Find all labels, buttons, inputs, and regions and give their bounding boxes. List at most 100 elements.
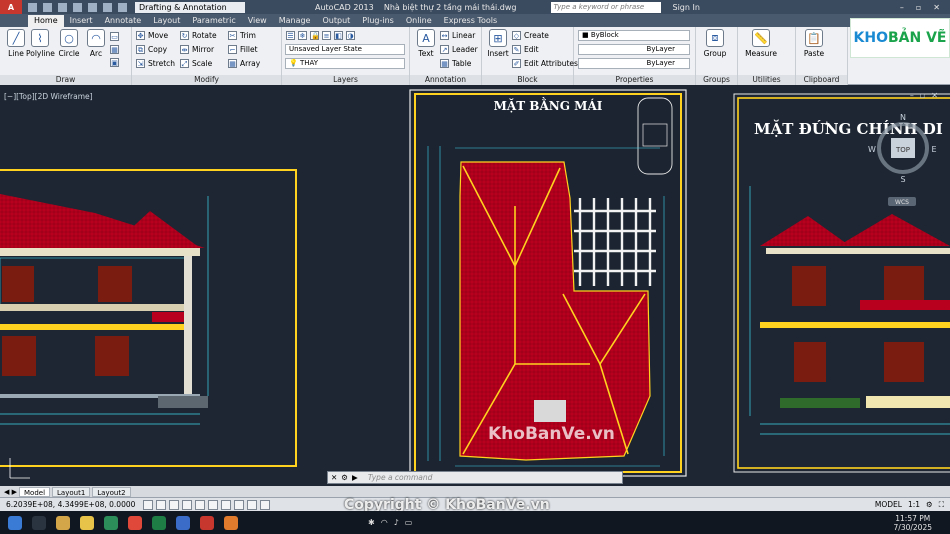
tab-layout[interactable]: Layout (147, 15, 186, 27)
mirror-button[interactable]: ⇹ Mirror (180, 44, 214, 55)
trim-button[interactable]: ✂ Trim (228, 30, 256, 41)
paste-button[interactable]: 📋 Paste (800, 29, 828, 58)
viewport-restore-icon[interactable]: ▫ (920, 91, 931, 100)
excel-icon[interactable] (152, 515, 166, 530)
measure-button[interactable]: 📏 Measure (744, 29, 778, 58)
word-icon[interactable] (176, 515, 190, 530)
polar-toggle-icon[interactable] (182, 499, 193, 510)
circle-button[interactable]: ○ Circle (55, 29, 83, 58)
create-block-button[interactable]: ◇ Create (512, 30, 549, 41)
save-as-icon[interactable] (73, 2, 82, 12)
grid-toggle-icon[interactable] (156, 499, 167, 510)
table-button[interactable]: ▦ Table (440, 58, 471, 69)
edit-block-button[interactable]: ✎ Edit (512, 44, 539, 55)
draw-panel-title[interactable]: Draw (0, 75, 131, 85)
hatch-button[interactable]: ▦ (110, 44, 119, 55)
open-file-icon[interactable] (43, 2, 52, 12)
leader-button[interactable]: ↗ Leader (440, 44, 478, 55)
taskbar-clock[interactable]: 11:57 PM 7/30/2025 (894, 514, 950, 532)
layer-properties-icon[interactable]: ☰ (286, 31, 295, 40)
transparency-toggle-icon[interactable] (260, 499, 271, 510)
rectangle-button[interactable]: ▭ (110, 31, 119, 42)
layer-lock-icon[interactable]: 🔒 (310, 31, 320, 40)
fullscreen-icon[interactable]: ⛶ (939, 500, 944, 510)
layer-state-dropdown[interactable]: Unsaved Layer State (285, 44, 405, 55)
move-button[interactable]: ✥ Move (136, 30, 168, 41)
new-file-icon[interactable] (28, 2, 37, 12)
wcs-menu[interactable]: WCS (895, 199, 909, 206)
tab-express-tools[interactable]: Express Tools (438, 15, 504, 27)
viewport-controls[interactable]: [−][Top][2D Wireframe] (4, 92, 93, 101)
insert-button[interactable]: ⊞ Insert (484, 29, 512, 58)
command-line[interactable]: ✕ ⚙ ▶ Type a command (327, 471, 623, 484)
ducs-toggle-icon[interactable] (221, 499, 232, 510)
otrack-toggle-icon[interactable] (208, 499, 219, 510)
viewcube-top[interactable]: TOP (895, 146, 910, 154)
ortho-toggle-icon[interactable] (169, 499, 180, 510)
tab-annotate[interactable]: Annotate (99, 15, 148, 27)
chrome-icon[interactable] (128, 515, 142, 530)
snap-toggle-icon[interactable] (143, 499, 154, 510)
properties-panel-title[interactable]: Properties (574, 75, 695, 85)
tab-layout1[interactable]: Layout1 (52, 486, 91, 497)
layer-dropdown[interactable]: 💡 THAY (285, 58, 405, 69)
color-dropdown[interactable]: ■ ByBlock (578, 30, 690, 41)
array-button[interactable]: ▦ Array (228, 58, 260, 69)
group-button[interactable]: ⧈ Group (701, 29, 729, 58)
close-icon[interactable]: ✕ (933, 3, 940, 12)
windows-start-icon[interactable] (8, 515, 22, 530)
copy-button[interactable]: ⧉ Copy (136, 44, 167, 55)
file-explorer-icon[interactable] (80, 515, 94, 530)
layers-panel-title[interactable]: Layers (282, 75, 409, 85)
utilities-panel-title[interactable]: Utilities (738, 75, 795, 85)
tab-online[interactable]: Online (400, 15, 438, 27)
workspace-switch-icon[interactable]: ⚙ (926, 500, 933, 509)
viewport-close-icon[interactable]: ✕ (931, 91, 944, 100)
tab-home[interactable]: Home (28, 15, 64, 27)
lineweight-dropdown[interactable]: ByLayer (578, 58, 690, 69)
tab-view[interactable]: View (242, 15, 273, 27)
widgets-icon[interactable] (56, 515, 70, 530)
model-space-button[interactable]: MODEL (875, 500, 902, 509)
tab-output[interactable]: Output (316, 15, 356, 27)
polyline-button[interactable]: ⌇ Polyline (26, 29, 55, 58)
osnap-toggle-icon[interactable] (195, 499, 206, 510)
annotation-scale[interactable]: 1:1 (908, 500, 920, 509)
viewcube-w[interactable]: W (868, 145, 876, 154)
lineweight-toggle-icon[interactable] (247, 499, 258, 510)
command-close-icon[interactable]: ✕ (331, 473, 337, 482)
battery-icon[interactable]: ▭ (405, 518, 413, 527)
workspace-dropdown[interactable]: Drafting & Annotation (135, 1, 245, 13)
tab-parametric[interactable]: Parametric (186, 15, 241, 27)
tab-plug-ins[interactable]: Plug-ins (356, 15, 400, 27)
maximize-icon[interactable]: ▫ (916, 3, 921, 12)
redo-icon[interactable] (118, 2, 127, 12)
viewport-minimize-icon[interactable]: – (910, 91, 920, 100)
tab-layout2[interactable]: Layout2 (92, 486, 131, 497)
command-wrench-icon[interactable]: ⚙ (341, 473, 348, 482)
wifi-icon[interactable]: ◠ (381, 518, 388, 527)
search-icon[interactable] (32, 515, 46, 530)
drawing-canvas[interactable]: MẶT BẰNG MÁI MẶT ĐỨNG CHÍNH DI TOP N S W… (0, 86, 950, 486)
viewcube-n[interactable]: N (900, 113, 906, 122)
arc-button[interactable]: ◠ Arc (82, 29, 110, 58)
layer-freeze-icon[interactable]: ❄ (298, 31, 307, 40)
autocad-logo-icon[interactable]: A (0, 0, 22, 14)
bluetooth-icon[interactable]: ✱ (368, 518, 375, 527)
app-taskbar-icon[interactable] (224, 515, 238, 530)
scale-button[interactable]: ⤢ Scale (180, 58, 212, 69)
annotation-panel-title[interactable]: Annotation (410, 75, 481, 85)
edge-icon[interactable] (104, 515, 118, 530)
coordinate-readout[interactable]: 6.2039E+08, 4.3499E+08, 0.0000 (6, 500, 135, 509)
undo-icon[interactable] (103, 2, 112, 12)
tab-model[interactable]: Model (19, 486, 51, 497)
linear-button[interactable]: ↔ Linear (440, 30, 475, 41)
edit-attributes-button[interactable]: ✐ Edit Attributes (512, 58, 578, 69)
layer-isolate-icon[interactable]: ◧ (334, 31, 343, 40)
text-button[interactable]: A Text (412, 29, 440, 58)
minimize-icon[interactable]: – (900, 3, 904, 12)
modify-panel-title[interactable]: Modify (132, 75, 281, 85)
fillet-button[interactable]: ⌐ Fillet (228, 44, 258, 55)
stretch-button[interactable]: ⇲ Stretch (136, 58, 175, 69)
region-button[interactable]: ▣ (110, 57, 119, 68)
